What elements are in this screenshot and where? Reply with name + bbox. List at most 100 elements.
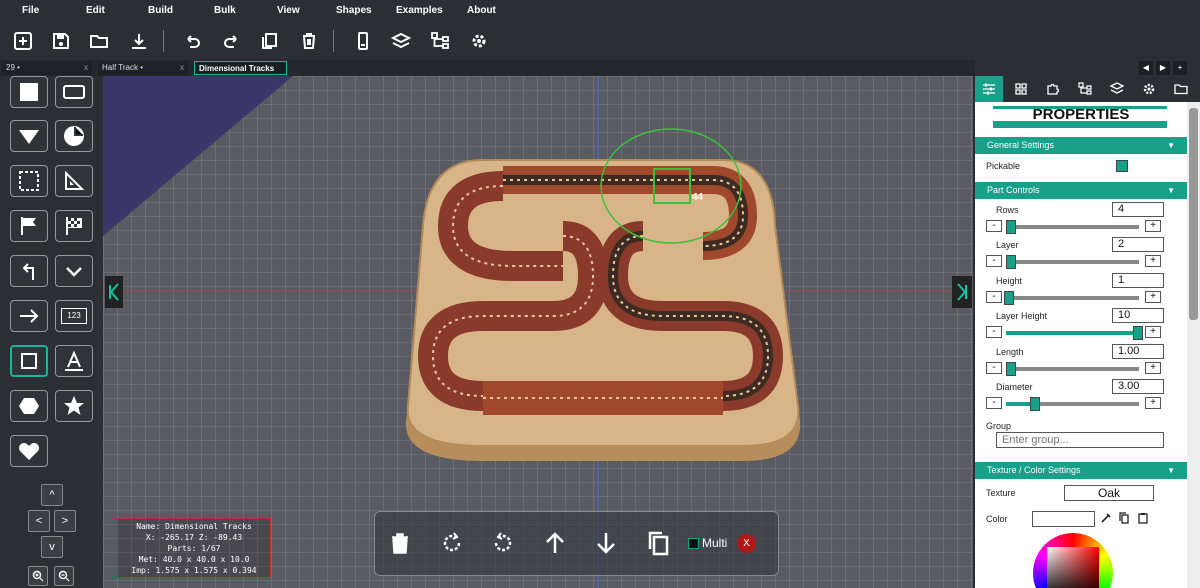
phone-icon[interactable] — [350, 28, 376, 54]
duplicate-part-button[interactable] — [643, 526, 673, 560]
flag-tool[interactable] — [10, 210, 48, 242]
rows-input[interactable]: 4 — [1112, 202, 1164, 217]
hierarchy-icon[interactable] — [427, 28, 453, 54]
tab-layers[interactable] — [1103, 76, 1131, 102]
hexagon-tool[interactable] — [10, 390, 48, 422]
eyedropper-icon[interactable] — [1100, 512, 1112, 524]
layer-height-input[interactable]: 10 — [1112, 308, 1164, 323]
rotate-cw-button[interactable] — [437, 526, 467, 560]
part-controls-header[interactable]: Part Controls ▼ — [975, 182, 1187, 199]
menu-view[interactable]: View — [277, 5, 300, 16]
tab-close-icon[interactable]: x — [84, 61, 88, 75]
layer-slider-track[interactable] — [1006, 260, 1139, 264]
text-tool[interactable] — [55, 345, 93, 377]
diameter-input[interactable]: 3.00 — [1112, 379, 1164, 394]
pie-tool[interactable] — [55, 120, 93, 152]
length-plus-button[interactable]: + — [1145, 362, 1161, 374]
diameter-plus-button[interactable]: + — [1145, 397, 1161, 409]
menu-examples[interactable]: Examples — [396, 5, 443, 16]
layer-height-minus-button[interactable]: - — [986, 326, 1002, 338]
square-fill-tool[interactable] — [10, 76, 48, 108]
pan-down-button[interactable]: v — [41, 536, 63, 558]
copy-color-icon[interactable] — [1118, 512, 1130, 524]
layers-icon[interactable] — [388, 28, 414, 54]
ruler-triangle-tool[interactable] — [55, 165, 93, 197]
tab-half-track[interactable]: Half Track • x — [98, 61, 188, 75]
chevron-down-tool[interactable] — [55, 255, 93, 287]
length-minus-button[interactable]: - — [986, 362, 1002, 374]
layer-height-plus-button[interactable]: + — [1145, 326, 1161, 338]
texture-select[interactable]: Oak — [1064, 485, 1154, 501]
tab-next-button[interactable]: ▶ — [1156, 61, 1170, 75]
collapse-left-panel-button[interactable] — [105, 276, 123, 308]
tab-dimensional-tracks[interactable]: Dimensional Tracks — [194, 61, 287, 75]
move-up-button[interactable] — [540, 526, 570, 560]
rows-plus-button[interactable]: + — [1145, 220, 1161, 232]
tab-close-icon[interactable]: x — [180, 61, 184, 75]
tab-settings[interactable] — [1135, 76, 1163, 102]
delete-part-button[interactable] — [385, 526, 415, 560]
redo-icon[interactable] — [218, 28, 244, 54]
menu-shapes[interactable]: Shapes — [336, 5, 372, 16]
group-input[interactable] — [996, 432, 1164, 448]
tab-prev-button[interactable]: ◀ — [1139, 61, 1153, 75]
arrow-right-tool[interactable] — [10, 300, 48, 332]
turn-left-tool[interactable] — [10, 255, 48, 287]
zoom-in-button[interactable] — [28, 566, 48, 586]
height-slider-track[interactable] — [1006, 296, 1139, 300]
tab-add-button[interactable]: + — [1173, 61, 1187, 75]
tab-grid[interactable] — [1007, 76, 1035, 102]
tab-properties[interactable] — [975, 76, 1003, 102]
new-file-icon[interactable] — [10, 28, 36, 54]
menu-bulk[interactable]: Bulk — [214, 5, 236, 16]
general-settings-header[interactable]: General Settings ▼ — [975, 137, 1187, 154]
pan-right-button[interactable]: > — [54, 510, 76, 532]
save-icon[interactable] — [48, 28, 74, 54]
layer-minus-button[interactable]: - — [986, 255, 1002, 267]
layer-slider-thumb[interactable] — [1006, 255, 1016, 269]
menu-about[interactable]: About — [467, 5, 496, 16]
tab-29[interactable]: 29 • x — [2, 61, 92, 75]
tab-puzzle[interactable] — [1039, 76, 1067, 102]
menu-file[interactable]: File — [22, 5, 39, 16]
color-saturation-square[interactable] — [1047, 547, 1099, 588]
triangle-tool[interactable] — [10, 120, 48, 152]
zoom-out-button[interactable] — [54, 566, 74, 586]
color-input[interactable] — [1032, 511, 1095, 527]
layer-plus-button[interactable]: + — [1145, 255, 1161, 267]
tab-hierarchy[interactable] — [1071, 76, 1099, 102]
square-outline-tool[interactable] — [10, 345, 48, 377]
diameter-minus-button[interactable]: - — [986, 397, 1002, 409]
collapse-right-panel-button[interactable] — [952, 276, 972, 308]
download-icon[interactable] — [126, 28, 152, 54]
texture-color-header[interactable]: Texture / Color Settings ▼ — [975, 462, 1187, 479]
length-slider-thumb[interactable] — [1006, 362, 1016, 376]
height-minus-button[interactable]: - — [986, 291, 1002, 303]
rotate-ccw-button[interactable] — [488, 526, 518, 560]
close-action-bar-button[interactable]: X — [737, 534, 756, 553]
multi-checkbox[interactable] — [688, 538, 699, 549]
heart-tool[interactable] — [10, 435, 48, 467]
layer-input[interactable]: 2 — [1112, 237, 1164, 252]
star-tool[interactable] — [55, 390, 93, 422]
height-input[interactable]: 1 — [1112, 273, 1164, 288]
panel-scrollbar-thumb[interactable] — [1189, 108, 1198, 320]
height-plus-button[interactable]: + — [1145, 291, 1161, 303]
duplicate-icon[interactable] — [256, 28, 282, 54]
height-slider-thumb[interactable] — [1004, 291, 1014, 305]
move-down-button[interactable] — [591, 526, 621, 560]
tab-files[interactable] — [1167, 76, 1195, 102]
menu-build[interactable]: Build — [148, 5, 173, 16]
checkered-flag-tool[interactable] — [55, 210, 93, 242]
rows-slider-thumb[interactable] — [1006, 220, 1016, 234]
rounded-rect-tool[interactable] — [55, 76, 93, 108]
number-tool[interactable]: 123 — [55, 300, 93, 332]
open-folder-icon[interactable] — [86, 28, 112, 54]
paste-color-icon[interactable] — [1137, 512, 1149, 524]
pickable-checkbox[interactable] — [1116, 160, 1128, 172]
delete-icon[interactable] — [296, 28, 322, 54]
undo-icon[interactable] — [180, 28, 206, 54]
pan-left-button[interactable]: < — [28, 510, 50, 532]
diameter-slider-thumb[interactable] — [1030, 397, 1040, 411]
menu-edit[interactable]: Edit — [86, 5, 105, 16]
